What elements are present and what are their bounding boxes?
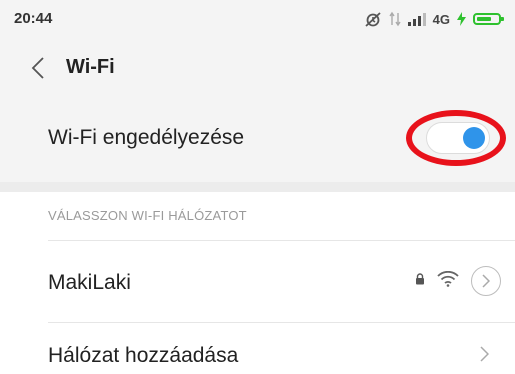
section-divider: [0, 182, 515, 192]
network-type: 4G: [432, 11, 450, 27]
wifi-toggle-switch[interactable]: [426, 122, 490, 154]
toggle-knob: [463, 127, 485, 149]
network-name: MakiLaki: [48, 271, 131, 294]
page-title: Wi-Fi: [66, 56, 115, 78]
status-bar: 20:44 4G: [0, 0, 515, 38]
status-icons: 4G: [364, 8, 504, 30]
back-button[interactable]: [26, 54, 50, 82]
alarm-off-icon: [364, 10, 382, 28]
signal-bars-icon: [407, 12, 426, 26]
add-network-row[interactable]: Hálózat hozzáadása: [0, 322, 515, 374]
network-item-makilaki[interactable]: MakiLaki: [0, 244, 515, 322]
chevron-right-icon: [482, 274, 490, 288]
battery-icon: [473, 13, 504, 25]
data-transfer-icon: [389, 11, 401, 27]
chevron-left-icon: [31, 57, 44, 79]
wifi-toggle-row[interactable]: Wi-Fi engedélyezése: [0, 98, 515, 182]
network-details-button[interactable]: [471, 266, 501, 296]
charging-bolt-icon: [457, 12, 466, 26]
header: Wi-Fi: [0, 38, 515, 98]
lock-icon: [415, 272, 425, 290]
wifi-signal-icon: [437, 270, 459, 292]
add-network-label: Hálózat hozzáadása: [48, 344, 239, 367]
network-status-icons: [415, 266, 501, 296]
networks-section-header: VÁLASSZON WI-FI HÁLÓZATOT: [48, 208, 247, 223]
wifi-toggle-label: Wi-Fi engedélyezése: [48, 126, 245, 149]
status-time: 20:44: [14, 10, 53, 27]
chevron-right-icon: [480, 346, 490, 367]
divider: [48, 240, 515, 241]
